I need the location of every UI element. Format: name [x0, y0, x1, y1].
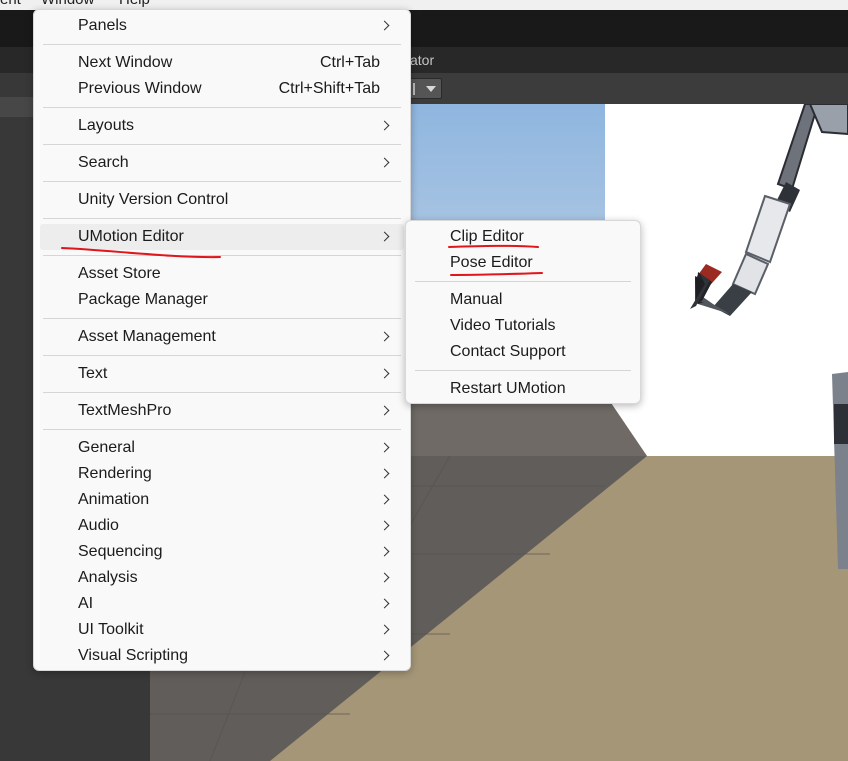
shortcut-label: Ctrl+Tab — [319, 54, 380, 71]
menu-divider — [43, 144, 401, 145]
menu-item-label: Animation — [78, 491, 150, 508]
menu-item-label: Visual Scripting — [78, 647, 188, 664]
menu-item-label: Unity Version Control — [78, 191, 229, 208]
chevron-right-icon — [379, 331, 390, 342]
menu-item-package-manager[interactable]: Package Manager — [40, 287, 404, 313]
menu-divider — [43, 392, 401, 393]
menu-item-umotion-editor[interactable]: UMotion Editor — [40, 224, 404, 250]
menu-item-contact-support[interactable]: Contact Support — [412, 339, 634, 365]
menu-divider — [43, 355, 401, 356]
menu-item-audio[interactable]: Audio — [40, 513, 404, 539]
chevron-right-icon — [379, 520, 390, 531]
chevron-right-icon — [379, 572, 390, 583]
chevron-right-icon — [379, 442, 390, 453]
menu-item-label: Manual — [450, 291, 503, 308]
menu-item-label: Previous Window — [78, 80, 202, 97]
menu-item-layouts[interactable]: Layouts — [40, 113, 404, 139]
chevron-down-icon — [426, 86, 436, 92]
menu-item-label: Panels — [78, 17, 127, 34]
menu-item-label: Next Window — [78, 54, 173, 71]
menu-item-label: AI — [78, 595, 94, 612]
menu-divider — [415, 281, 631, 282]
menu-item-label: UI Toolkit — [78, 621, 144, 638]
shortcut-label: Ctrl+Shift+Tab — [278, 80, 380, 97]
menu-item-label: Rendering — [78, 465, 152, 482]
menu-item-analysis[interactable]: Analysis — [40, 565, 404, 591]
menu-item-label: Clip Editor — [450, 228, 524, 245]
menu-divider — [43, 429, 401, 430]
menu-item-previous-window[interactable]: Previous Window Ctrl+Shift+Tab — [40, 76, 404, 102]
menu-item-textmeshpro[interactable]: TextMeshPro — [40, 398, 404, 424]
chevron-right-icon — [379, 120, 390, 131]
menu-item-label: Asset Store — [78, 265, 161, 282]
menu-item-label: UMotion Editor — [78, 228, 184, 245]
umotion-submenu: Clip Editor Pose Editor Manual Video Tut… — [405, 220, 641, 404]
menu-item-sequencing[interactable]: Sequencing — [40, 539, 404, 565]
menu-item-asset-store[interactable]: Asset Store — [40, 261, 404, 287]
menu-item-label: Asset Management — [78, 328, 216, 345]
menu-item-label: Analysis — [78, 569, 138, 586]
chevron-right-icon — [379, 157, 390, 168]
menu-item-text[interactable]: Text — [40, 361, 404, 387]
menu-divider — [43, 107, 401, 108]
menu-item-panels[interactable]: Panels — [40, 13, 404, 39]
window-menu: Panels Next Window Ctrl+Tab Previous Win… — [33, 9, 411, 671]
menu-item-manual[interactable]: Manual — [412, 287, 634, 313]
menu-item-label: Search — [78, 154, 129, 171]
chevron-right-icon — [379, 468, 390, 479]
menu-item-label: TextMeshPro — [78, 402, 172, 419]
menu-item-label: General — [78, 439, 135, 456]
menu-item-rendering[interactable]: Rendering — [40, 461, 404, 487]
menu-item-unity-version-control[interactable]: Unity Version Control — [40, 187, 404, 213]
menubar-item-component[interactable]: ent — [0, 0, 21, 8]
tab-animator-label[interactable]: ator — [410, 52, 434, 68]
chevron-right-icon — [379, 546, 390, 557]
chevron-right-icon — [379, 650, 390, 661]
menu-item-label: Sequencing — [78, 543, 163, 560]
menu-divider — [43, 44, 401, 45]
menu-item-label: Contact Support — [450, 343, 566, 360]
menu-item-visual-scripting[interactable]: Visual Scripting — [40, 643, 404, 669]
menu-item-clip-editor[interactable]: Clip Editor — [412, 224, 634, 250]
chevron-right-icon — [379, 368, 390, 379]
menu-divider — [43, 218, 401, 219]
menu-item-label: Package Manager — [78, 291, 208, 308]
chevron-right-icon — [379, 231, 390, 242]
menu-divider — [43, 255, 401, 256]
menu-divider — [43, 318, 401, 319]
menu-item-restart-umotion[interactable]: Restart UMotion — [412, 376, 634, 402]
menu-item-asset-management[interactable]: Asset Management — [40, 324, 404, 350]
menu-item-animation[interactable]: Animation — [40, 487, 404, 513]
menu-item-ui-toolkit[interactable]: UI Toolkit — [40, 617, 404, 643]
menu-item-label: Audio — [78, 517, 119, 534]
menu-item-video-tutorials[interactable]: Video Tutorials — [412, 313, 634, 339]
chevron-right-icon — [379, 624, 390, 635]
menu-item-ai[interactable]: AI — [40, 591, 404, 617]
menu-divider — [43, 181, 401, 182]
chevron-right-icon — [379, 598, 390, 609]
menu-item-search[interactable]: Search — [40, 150, 404, 176]
chevron-right-icon — [379, 405, 390, 416]
menu-item-pose-editor[interactable]: Pose Editor — [412, 250, 634, 276]
menu-item-general[interactable]: General — [40, 435, 404, 461]
chevron-right-icon — [379, 20, 390, 31]
menu-item-label: Restart UMotion — [450, 380, 566, 397]
menu-item-next-window[interactable]: Next Window Ctrl+Tab — [40, 50, 404, 76]
chevron-right-icon — [379, 494, 390, 505]
menu-divider — [415, 370, 631, 371]
menu-item-label: Layouts — [78, 117, 135, 134]
menubar-item-window[interactable]: Window — [41, 0, 94, 8]
menu-item-label: Pose Editor — [450, 254, 533, 271]
menubar-item-help[interactable]: Help — [119, 0, 150, 8]
menu-item-label: Video Tutorials — [450, 317, 556, 334]
menu-item-label: Text — [78, 365, 108, 382]
